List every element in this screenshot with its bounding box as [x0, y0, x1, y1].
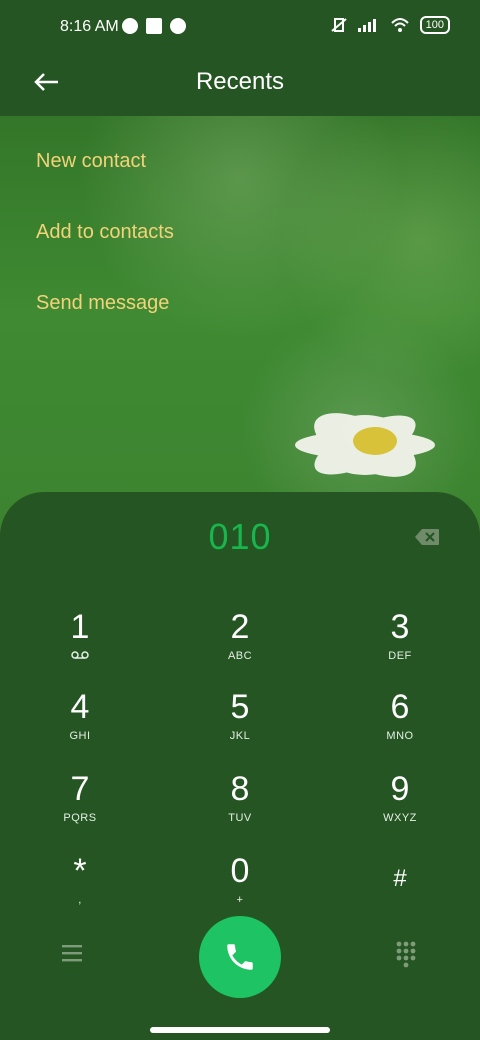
key-8[interactable]: 8 TUV	[180, 770, 300, 840]
voicemail-icon	[71, 651, 89, 659]
add-to-contacts-option[interactable]: Add to contacts	[36, 221, 174, 244]
key-digit: #	[393, 865, 407, 892]
key-0[interactable]: 0 +	[180, 852, 300, 922]
battery-indicator: 100	[419, 16, 450, 34]
dialer-panel: 010 1 2 ABC 3 DEF 4 GHI 5 JKL 6 MNO 7 PQ…	[0, 492, 480, 1040]
app-status-icon	[122, 18, 138, 34]
call-icon	[227, 944, 253, 970]
app-status-icon	[170, 18, 186, 34]
key-letters: DEF	[388, 650, 412, 662]
dialpad-grid-icon[interactable]	[395, 940, 417, 968]
key-7[interactable]: 7 PQRS	[20, 770, 140, 840]
key-2[interactable]: 2 ABC	[180, 608, 300, 678]
key-star[interactable]: * ,	[20, 852, 140, 922]
key-6[interactable]: 6 MNO	[340, 688, 460, 758]
notification-icon	[146, 18, 162, 34]
key-letters: PQRS	[63, 812, 97, 824]
key-letters: JKL	[229, 730, 251, 742]
key-digit: 6	[390, 688, 410, 726]
key-letters: ,	[78, 894, 82, 906]
page-title: Recents	[195, 68, 285, 95]
key-4[interactable]: 4 GHI	[20, 688, 140, 758]
key-letters: GHI	[69, 730, 91, 742]
send-message-option[interactable]: Send message	[36, 292, 169, 315]
dialed-number: 010	[208, 516, 272, 557]
key-digit: 0	[230, 852, 250, 890]
key-digit: 5	[230, 688, 250, 726]
key-letters: TUV	[228, 812, 252, 824]
status-bar: 8:16 AM 100	[0, 0, 480, 56]
wifi-icon	[390, 18, 409, 32]
key-1[interactable]: 1	[20, 608, 140, 678]
header: Recents	[0, 56, 480, 116]
key-5[interactable]: 5 JKL	[180, 688, 300, 758]
key-digit: 3	[390, 608, 410, 646]
key-digit: 7	[70, 770, 90, 808]
key-digit: 1	[70, 608, 90, 646]
status-time: 8:16 AM	[60, 18, 119, 35]
key-digit: 2	[230, 608, 250, 646]
key-digit: 8	[230, 770, 250, 808]
key-digit: 4	[70, 688, 90, 726]
call-button[interactable]	[199, 916, 281, 998]
key-letters: ABC	[227, 650, 253, 662]
home-indicator[interactable]	[150, 1027, 330, 1033]
menu-icon[interactable]	[60, 942, 86, 964]
status-left-icons	[122, 18, 186, 34]
key-hash[interactable]: #	[340, 852, 460, 922]
backspace-icon[interactable]	[414, 528, 440, 546]
key-digit: 9	[390, 770, 410, 808]
key-letters: WXYZ	[383, 812, 417, 824]
status-right-icons: 100	[330, 16, 450, 34]
key-9[interactable]: 9 WXYZ	[340, 770, 460, 840]
key-3[interactable]: 3 DEF	[340, 608, 460, 678]
key-letters: MNO	[386, 730, 414, 742]
new-contact-option[interactable]: New contact	[36, 150, 146, 173]
signal-icon	[357, 19, 376, 32]
vibrate-off-icon	[330, 18, 347, 32]
key-letters: +	[236, 894, 244, 906]
key-digit: *	[73, 852, 87, 890]
